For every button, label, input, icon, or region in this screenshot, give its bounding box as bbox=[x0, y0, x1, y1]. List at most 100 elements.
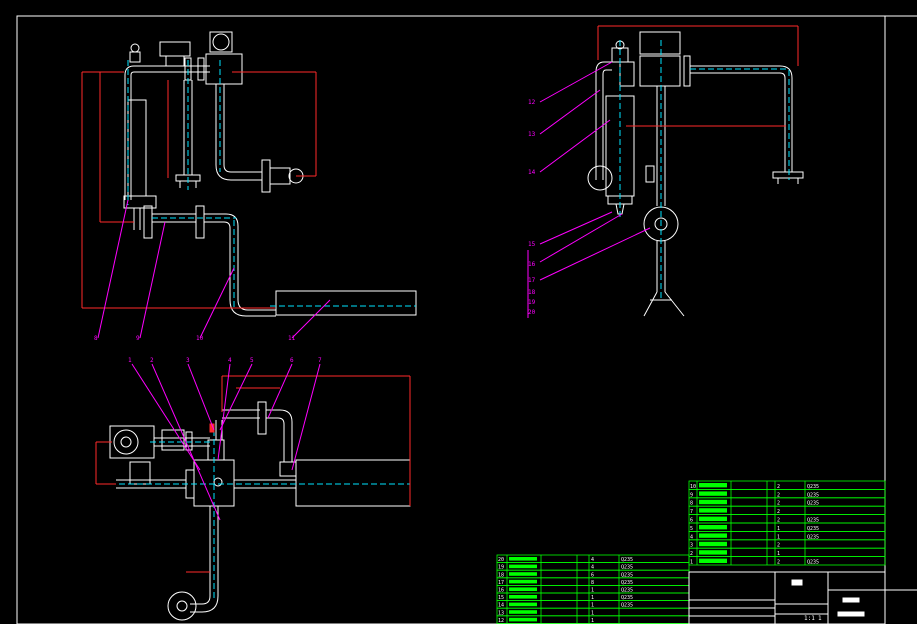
bom-upper-no: 6 bbox=[690, 518, 693, 524]
bom-upper-row: 72 bbox=[688, 505, 886, 515]
bom-upper-name-mark bbox=[699, 508, 727, 513]
front-view-leaders bbox=[97, 199, 331, 339]
side-label-0: 12 bbox=[528, 99, 536, 106]
side-view bbox=[587, 31, 804, 317]
bom-upper-qty: 1 bbox=[777, 551, 780, 557]
title-sheet: 1 bbox=[818, 615, 822, 622]
bom-upper-material: Q235 bbox=[807, 560, 819, 566]
bom-lower-no: 16 bbox=[498, 588, 504, 594]
bom-upper-qty: 2 bbox=[777, 484, 780, 490]
side-label-2: 14 bbox=[528, 169, 536, 176]
title-scale: 1:1 bbox=[804, 615, 815, 622]
bom-lower-no: 15 bbox=[498, 595, 504, 601]
bom-upper-name-mark bbox=[699, 516, 727, 521]
bom-lower-row: 15 1 Q235 bbox=[496, 592, 690, 601]
bom-upper-material: Q235 bbox=[807, 534, 819, 540]
bom-upper-name-mark bbox=[699, 525, 727, 530]
bom-lower-name-mark bbox=[509, 557, 537, 561]
bom-lower-no: 20 bbox=[498, 557, 504, 563]
plan-view-balloons: 1 2 3 4 5 6 7 bbox=[128, 357, 322, 364]
bom-lower-name-mark bbox=[509, 617, 537, 622]
bom-upper-row: 6 2 Q235 bbox=[688, 514, 886, 524]
bom-upper-no: 8 bbox=[690, 501, 693, 507]
bom-lower-qty: 6 bbox=[591, 572, 594, 578]
bom-lower-material: Q235 bbox=[621, 572, 633, 578]
bom-lower-name-mark bbox=[509, 602, 537, 607]
bom-lower-row: 18 6 Q235 bbox=[496, 569, 690, 578]
side-label-1: 13 bbox=[528, 131, 536, 138]
side-view-balloons: 12 13 14 15 16 17 18 19 20 bbox=[528, 99, 536, 316]
bom-upper-name-mark bbox=[699, 550, 727, 555]
bom-upper-material: Q235 bbox=[807, 492, 819, 498]
bom-lower-no: 18 bbox=[498, 572, 504, 578]
bom-lower-name-mark bbox=[509, 610, 537, 614]
bom-lower-row: 13 1 bbox=[496, 607, 690, 616]
bom-upper-row: 32 bbox=[688, 539, 886, 549]
bom-lower-row: 12 1 bbox=[496, 615, 690, 624]
bom-upper-row: 8 2 Q235 bbox=[688, 497, 886, 507]
bom-lower-no: 13 bbox=[498, 610, 504, 616]
side-view-centerlines bbox=[619, 40, 790, 300]
side-label-3: 15 bbox=[528, 241, 536, 248]
front-view-dimensions bbox=[81, 71, 317, 309]
bom-lower-qty: 4 bbox=[591, 557, 594, 563]
bom-lower-material: Q235 bbox=[621, 557, 633, 563]
bom-lower-qty: 1 bbox=[591, 618, 594, 624]
bom-lower-table: 20 4 Q235 19 4 Q235 18 6 Q235 17 8 Q235 16 1 Q235 15 1 Q2… bbox=[496, 554, 690, 624]
bom-upper-material: Q235 bbox=[807, 526, 819, 532]
bom-upper-qty: 2 bbox=[777, 509, 780, 515]
bom-upper-name-mark bbox=[699, 499, 727, 505]
bom-lower-qty: 1 bbox=[591, 588, 594, 594]
front-view-balloons: 8 9 10 11 bbox=[94, 335, 296, 342]
bom-lower-qty: 8 bbox=[591, 580, 594, 586]
plan-label-0: 1 bbox=[128, 357, 132, 364]
bom-upper-qty: 2 bbox=[777, 501, 780, 507]
bom-upper-material: Q235 bbox=[807, 501, 819, 507]
bom-upper-name-mark bbox=[699, 491, 727, 496]
bom-lower-row: 16 1 Q235 bbox=[496, 585, 690, 594]
bom-upper-no: 9 bbox=[690, 492, 693, 498]
bom-upper-no: 3 bbox=[690, 543, 693, 549]
bom-lower-material: Q235 bbox=[621, 595, 633, 601]
bom-lower-name-mark bbox=[509, 572, 537, 576]
bom-lower-name-mark bbox=[509, 587, 537, 591]
plan-label-4: 5 bbox=[250, 357, 254, 364]
bom-lower-material: Q235 bbox=[621, 588, 633, 594]
bom-upper-qty: 2 bbox=[777, 518, 780, 524]
bom-upper-name-mark bbox=[699, 533, 727, 538]
bom-upper-material: Q235 bbox=[807, 484, 819, 490]
bom-upper-row: 4 1 Q235 bbox=[688, 531, 886, 540]
bom-upper-no: 7 bbox=[690, 509, 693, 515]
bom-upper-name-mark bbox=[699, 483, 727, 488]
bom-lower-name-mark bbox=[509, 595, 537, 599]
bom-upper-row: 21 bbox=[688, 547, 886, 557]
bom-lower-material: Q235 bbox=[621, 580, 633, 586]
bom-lower-row: 19 4 Q235 bbox=[496, 562, 690, 571]
bom-lower-qty: 1 bbox=[591, 610, 594, 616]
bom-upper-qty: 2 bbox=[777, 560, 780, 566]
side-label-4: 16 bbox=[528, 261, 536, 268]
bom-upper-no: 2 bbox=[690, 551, 693, 557]
plan-view-centerlines bbox=[110, 430, 410, 600]
bom-lower-row: 14 1 Q235 bbox=[496, 600, 690, 609]
front-label-0: 8 bbox=[94, 335, 98, 342]
plan-label-6: 7 bbox=[318, 357, 322, 364]
bom-upper-qty: 2 bbox=[777, 543, 780, 549]
bom-upper-row: 5 1 Q235 bbox=[688, 522, 886, 532]
side-view-dimensions bbox=[597, 25, 799, 127]
bom-lower-material: Q235 bbox=[621, 603, 633, 609]
bom-lower-no: 19 bbox=[498, 565, 504, 571]
bom-lower-qty: 1 bbox=[591, 595, 594, 601]
bom-lower-name-mark bbox=[509, 564, 537, 569]
side-view-leaders bbox=[527, 61, 651, 318]
plan-label-5: 6 bbox=[290, 357, 294, 364]
side-label-5: 17 bbox=[528, 277, 536, 284]
bom-upper-no: 5 bbox=[690, 526, 693, 532]
bom-lower-row: 17 8 Q235 bbox=[496, 577, 690, 586]
bom-upper-row: 1 2 Q235 bbox=[688, 556, 886, 566]
bom-upper-no: 1 bbox=[690, 560, 693, 566]
bom-lower-row: 20 4 Q235 bbox=[496, 554, 690, 563]
plan-label-2: 3 bbox=[186, 357, 190, 364]
side-label-7: 19 bbox=[528, 299, 536, 306]
bom-lower-material: Q235 bbox=[621, 565, 633, 571]
